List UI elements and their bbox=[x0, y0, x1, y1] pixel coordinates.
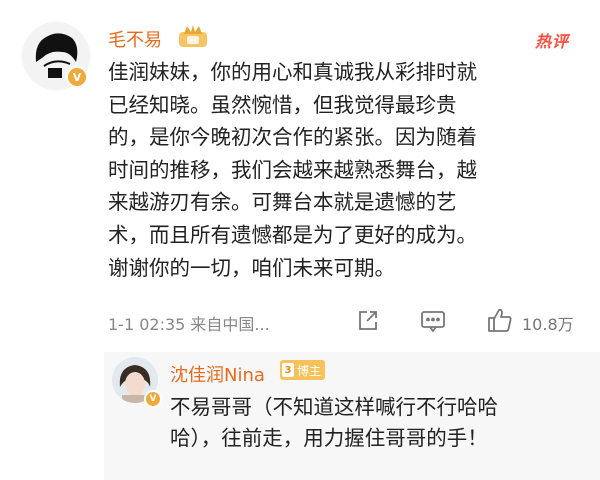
hot-comment-tag: 热评 bbox=[535, 32, 570, 51]
comment-timestamp: 1-1 02:35 来自中国... bbox=[108, 315, 270, 334]
main-username[interactable]: 毛不易 bbox=[108, 26, 162, 52]
blogger-level: 3 bbox=[282, 363, 294, 377]
crown-badge-icon[interactable] bbox=[178, 24, 208, 52]
share-icon[interactable] bbox=[356, 309, 380, 337]
verified-badge-icon: V bbox=[66, 66, 88, 88]
blogger-badge[interactable]: 3 博主 bbox=[280, 360, 326, 380]
main-comment-text: 佳润妹妹，你的用心和真诚我从彩排时就 已经知晓。虽然惋惜，但我觉得最珍贵 的，是… bbox=[108, 60, 477, 280]
blogger-label: 博主 bbox=[297, 363, 322, 378]
reply-comment-text: 不易哥哥（不知道这样喊行不行哈哈 哈），往前走，用力握住哥哥的手！ bbox=[170, 395, 498, 450]
reply-username[interactable]: 沈佳润Nina bbox=[170, 361, 265, 387]
like-icon[interactable] bbox=[486, 306, 514, 338]
comment-icon[interactable] bbox=[420, 309, 446, 337]
reply-verified-badge-icon: V bbox=[144, 390, 162, 408]
like-count: 10.8万 bbox=[522, 315, 574, 334]
